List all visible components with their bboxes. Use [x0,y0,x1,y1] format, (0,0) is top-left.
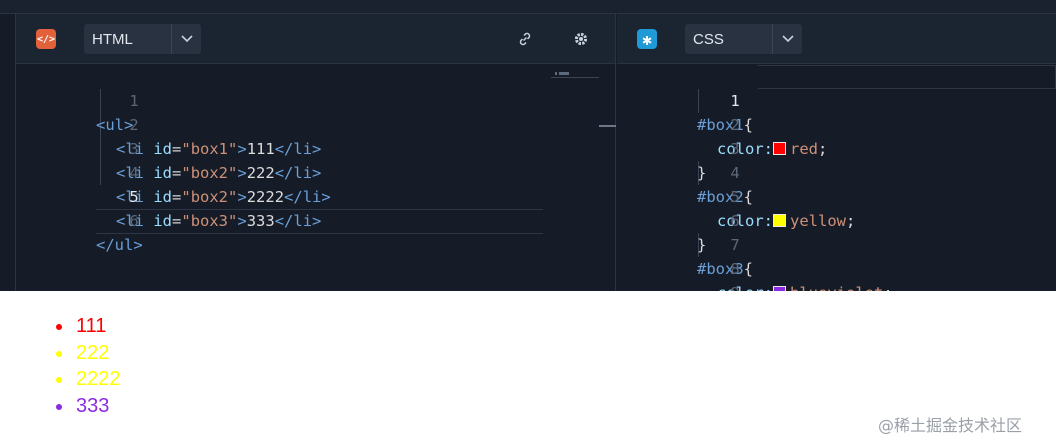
code-line: 2 color: red; [617,89,1056,158]
code-line: 5 color: yellow; [617,161,1056,230]
code-line: 1 #box1{ [617,65,1056,134]
current-line-border-bottom [96,233,543,234]
list-item: 333 [56,393,121,420]
tag-gt: > [237,212,247,230]
bullet-icon [56,350,62,357]
li-text: 333 [246,212,275,230]
code-line: 3 } [617,113,1056,182]
code-line: 6 </ul> [16,185,615,254]
html-code-area[interactable]: 1 <ul> 2 <li id="box1">111</li> 3 <li id… [16,65,615,291]
window-top-strip [0,0,1056,14]
editor-area: </> HTML 1 <ul> 2 <li id="box1">111</li>… [0,14,1056,326]
list-item: 222 [56,340,121,367]
list-item: 2222 [56,366,121,393]
html-language-select[interactable]: HTML [84,24,201,54]
css-language-select[interactable]: CSS [685,24,802,54]
bullet-icon [56,377,62,383]
html-language-label: HTML [92,30,133,48]
code-line: 1 <ul> [16,65,615,134]
tag-li-close: </li> [274,212,322,230]
css-pane-header: ✱ CSS [617,14,1056,64]
code-line: 2 <li id="box1">111</li> [16,89,615,158]
attr-value: "box3" [181,212,238,230]
code-line-current: 5 <li id="box3">333</li> [16,161,615,230]
attr-id: id [153,212,173,230]
html-code-icon: </> [36,29,56,49]
left-gutter [0,14,16,291]
bullet-icon [56,403,62,410]
css-code-area[interactable]: 1 #box1{ 2 color: red; 3 } 4 #box2{ 5 col… [617,65,1056,326]
tag-ul-close: </ul> [96,236,143,254]
link-icon[interactable] [515,29,535,49]
html-editor-pane: </> HTML 1 <ul> 2 <li id="box1">111</li>… [16,14,616,291]
bullet-icon [56,324,62,330]
line-number: 6 [129,212,139,230]
list-item-text: 222 [76,341,110,364]
chevron-down-icon [772,24,802,54]
html-pane-header: </> HTML [16,14,615,64]
preview-list: 111 222 2222 333 [56,313,121,420]
code-line: 9 } [617,257,1056,326]
code-line: 6 } [617,185,1056,254]
list-item-text: 333 [76,394,110,417]
list-item-text: 2222 [76,368,121,390]
chevron-down-icon [171,24,201,54]
list-item: 111 [56,313,121,340]
code-line: 8 color:blueviolet; [617,233,1056,302]
css-editor-pane: ✱ CSS 1 #box1{ 2 color: red; 3} 4 #box2… [617,14,1056,326]
code-line: 3 <li id="box2">222</li> [16,113,615,182]
code-line: 7 #box3{ [617,209,1056,278]
code-line: 4 <li id="box2">2222</li> [16,137,615,206]
css-language-label: CSS [693,30,724,48]
watermark: @稀土掘金技术社区 [878,416,1023,435]
css-asterisk-icon: ✱ [637,29,657,49]
code-line: 4 #box2{ [617,137,1056,206]
attr-eq: = [172,212,182,230]
gear-icon[interactable] [571,29,591,49]
list-item-text: 111 [76,315,107,337]
